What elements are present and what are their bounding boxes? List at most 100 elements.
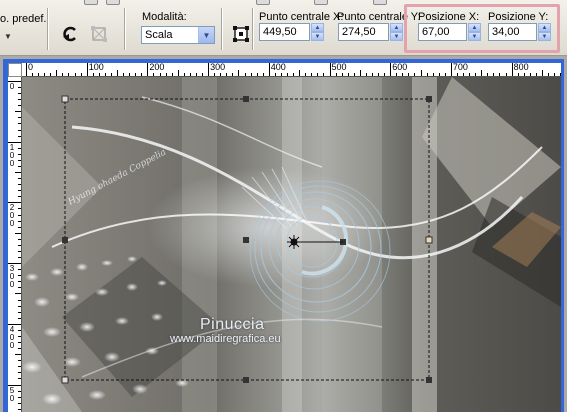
ruler-tick <box>371 73 373 76</box>
center-y-stepper[interactable]: ▲ ▼ <box>390 23 403 41</box>
ruler-tick <box>420 70 422 76</box>
ruler-tick <box>18 117 21 119</box>
image-canvas[interactable]: Hyung ohaeda Coppelia Pinuccia www.maidi… <box>22 77 561 412</box>
ruler-tick <box>444 73 446 76</box>
toolbar-icon[interactable] <box>106 0 120 5</box>
ruler-label: 3 0 0 <box>9 264 15 290</box>
ruler-tick <box>408 73 410 76</box>
ruler-tick <box>189 73 191 76</box>
ruler-tick <box>177 70 179 76</box>
vertical-ruler[interactable]: 0 1 0 0 2 0 0 3 0 0 4 0 0 5 0 <box>8 77 22 412</box>
center-x-stepper[interactable]: ▲ ▼ <box>311 23 324 41</box>
ruler-tick <box>15 354 21 356</box>
ruler-tick <box>329 63 331 76</box>
ruler-tick <box>44 73 46 76</box>
horizontal-ruler[interactable]: 0 100 200 300 400 500 600 700 800 <box>22 63 561 77</box>
ruler-tick <box>92 73 94 76</box>
ruler-label: 500 <box>331 63 347 72</box>
separator <box>47 8 49 50</box>
ruler-tick <box>18 238 21 240</box>
ruler-tick <box>18 402 21 404</box>
ruler-tick <box>18 165 21 167</box>
ruler-tick <box>18 269 21 271</box>
ruler-tick <box>171 73 173 76</box>
ruler-tick <box>554 73 556 76</box>
ruler-tick <box>450 63 452 76</box>
anchor-box-icon[interactable] <box>229 23 253 45</box>
chevron-down-icon[interactable]: ▼ <box>198 27 214 43</box>
ruler-tick <box>268 63 270 76</box>
ruler-label: 600 <box>392 63 408 72</box>
center-y-value[interactable]: 274,50 <box>338 23 389 41</box>
toolbar-icon[interactable] <box>314 0 328 5</box>
ruler-tick <box>250 73 252 76</box>
spin-up-icon[interactable]: ▲ <box>311 23 324 32</box>
ruler-tick <box>153 73 155 76</box>
ruler-tick <box>80 73 82 76</box>
mode-label: Modalità: <box>142 11 187 23</box>
ruler-tick <box>529 73 531 76</box>
ruler-tick <box>463 73 465 76</box>
ruler-tick <box>305 73 307 76</box>
ruler-tick <box>18 335 21 337</box>
center-x-value[interactable]: 449,50 <box>259 23 310 41</box>
ruler-tick <box>18 244 21 246</box>
spin-down-icon[interactable]: ▼ <box>390 32 403 41</box>
ruler-tick <box>135 73 137 76</box>
ruler-label: 2 0 0 <box>9 203 15 229</box>
reset-transform-icon[interactable] <box>87 23 111 45</box>
ruler-label: 0 <box>9 82 15 91</box>
ruler-tick <box>110 73 112 76</box>
center-x-field[interactable]: 449,50 ▲ ▼ <box>259 23 324 41</box>
ruler-tick <box>18 329 21 331</box>
ruler-tick <box>18 147 21 149</box>
toolbar-icon[interactable] <box>84 0 98 5</box>
ruler-tick <box>18 208 21 210</box>
ruler-tick <box>129 73 131 76</box>
ruler-tick <box>18 129 21 131</box>
ruler-tick <box>517 73 519 76</box>
ruler-tick <box>347 73 349 76</box>
ruler-tick <box>469 73 471 76</box>
ruler-tick <box>214 73 216 76</box>
ruler-tick <box>18 366 21 368</box>
ruler-tick <box>18 360 21 362</box>
ruler-tick <box>117 70 119 76</box>
chevron-down-icon[interactable]: ▼ <box>4 32 12 41</box>
toolbar-icon[interactable] <box>373 0 387 5</box>
center-y-field[interactable]: 274,50 ▲ ▼ <box>338 23 403 41</box>
ruler-tick <box>511 63 513 76</box>
ruler-label: 100 <box>88 63 104 72</box>
ruler-tick <box>438 73 440 76</box>
ruler-tick <box>18 372 21 374</box>
ruler-tick <box>18 257 21 259</box>
ruler-tick <box>18 390 21 392</box>
ruler-tick <box>548 73 550 76</box>
ruler-tick <box>226 73 228 76</box>
ruler-tick <box>74 73 76 76</box>
ruler-tick <box>18 93 21 95</box>
rotate-arrow-icon[interactable] <box>58 23 82 45</box>
position-highlight-box <box>404 4 560 53</box>
ruler-tick <box>32 73 34 76</box>
toolbar-icon[interactable] <box>256 0 270 5</box>
ruler-tick <box>341 73 343 76</box>
ruler-tick <box>18 348 21 350</box>
ruler-tick <box>15 232 21 234</box>
spin-down-icon[interactable]: ▼ <box>311 32 324 41</box>
ruler-tick <box>18 159 21 161</box>
tool-options-bar: o. predef.: ▼ Modalità: Scala ▼ Punto ce… <box>0 0 567 56</box>
ruler-tick <box>123 73 125 76</box>
ruler-tick <box>18 214 21 216</box>
ruler-tick <box>18 87 21 89</box>
ruler-tick <box>165 73 167 76</box>
watermark-name: Pinuccia <box>200 316 265 333</box>
mode-select[interactable]: Scala ▼ <box>141 26 215 44</box>
ruler-tick <box>26 63 27 76</box>
document-area: 0 100 200 300 400 500 600 700 800 0 1 0 0 2 0 0 3 0… <box>0 56 567 412</box>
ruler-tick <box>18 196 21 198</box>
spin-up-icon[interactable]: ▲ <box>390 23 403 32</box>
ruler-tick <box>202 73 204 76</box>
ruler-tick <box>499 73 501 76</box>
ruler-tick <box>18 105 21 107</box>
